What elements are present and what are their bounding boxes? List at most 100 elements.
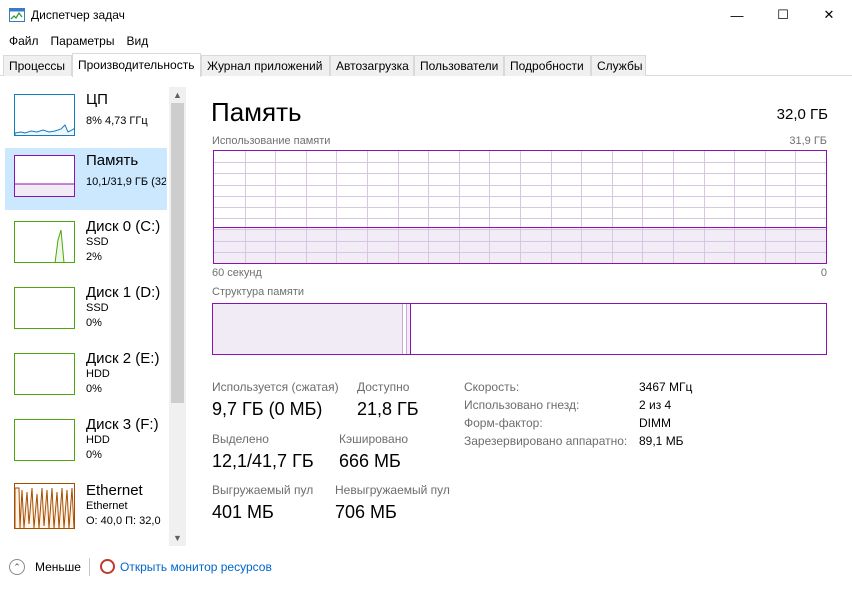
sidebar-item-name: Память (86, 152, 139, 169)
footer-bar: ⌃ Меньше Открыть монитор ресурсов (0, 546, 852, 593)
in-use-segment (213, 304, 402, 354)
fewer-details-button[interactable]: Меньше (35, 560, 81, 574)
close-button[interactable]: ✕ (806, 0, 852, 30)
nonpaged-pool-value: 706 МБ (335, 502, 397, 522)
sidebar-item-name: Диск 0 (C:) (86, 218, 161, 235)
sidebar-item-detail: 2% (86, 251, 102, 263)
scroll-thumb[interactable] (171, 103, 184, 403)
sidebar-item-name: Диск 2 (E:) (86, 350, 160, 367)
title-bar: Диспетчер задач — ☐ ✕ (0, 0, 852, 30)
sidebar-item-name: Диск 3 (F:) (86, 416, 159, 433)
memory-mini-graph (15, 183, 74, 196)
page-title: Память (211, 97, 302, 127)
sidebar-item-cpu[interactable]: ЦП 8% 4,73 ГГц (5, 87, 167, 149)
memory-thumbnail (14, 155, 75, 197)
memory-total: 32,0 ГБ (776, 106, 828, 123)
sidebar-item-type: HDD (86, 368, 110, 380)
usage-graph-max: 31,9 ГБ (789, 135, 827, 147)
scroll-down-arrow-icon[interactable]: ▼ (169, 530, 186, 546)
available-value: 21,8 ГБ (357, 399, 419, 419)
ethernet-thumbnail (14, 483, 75, 529)
form-factor-label: Форм-фактор: (464, 416, 543, 430)
usage-graph-label: Использование памяти (212, 135, 331, 147)
sidebar-item-type: SSD (86, 302, 109, 314)
tab-performance[interactable]: Производительность (72, 53, 201, 77)
sidebar-item-detail: О: 40,0 П: 32,0 (86, 515, 161, 527)
sidebar-item-type: Ethernet (86, 500, 128, 512)
time-axis-end: 0 (820, 267, 827, 279)
slots-value: 2 из 4 (639, 398, 672, 412)
sidebar-item-ethernet[interactable]: Ethernet Ethernet О: 40,0 П: 32,0 (5, 478, 167, 540)
menu-file[interactable]: Файл (3, 34, 45, 48)
sidebar-item-disk3[interactable]: Диск 3 (F:) HDD 0% (5, 412, 167, 474)
tab-strip: Процессы Производительность Журнал прило… (0, 53, 852, 77)
hw-reserved-value: 89,1 МБ (639, 434, 684, 448)
disk0-mini-graph (54, 229, 65, 262)
tab-app-history[interactable]: Журнал приложений (201, 55, 330, 76)
sidebar-scrollbar[interactable]: ▲ ▼ (169, 87, 186, 546)
sidebar-item-detail: 0% (86, 317, 102, 329)
maximize-button[interactable]: ☐ (760, 0, 806, 30)
paged-pool-label: Выгружаемый пул (212, 483, 314, 497)
paged-pool-value: 401 МБ (212, 502, 274, 522)
memory-usage-graph (213, 150, 827, 264)
menu-view[interactable]: Вид (120, 34, 154, 48)
disk0-thumbnail (14, 221, 75, 263)
speed-value: 3467 МГц (639, 380, 693, 394)
disk1-thumbnail (14, 287, 75, 329)
menu-bar: Файл Параметры Вид (0, 30, 852, 52)
committed-label: Выделено (212, 432, 269, 446)
sidebar-item-type: HDD (86, 434, 110, 446)
modified-segment (402, 304, 403, 354)
memory-usage-plot (214, 151, 826, 263)
slots-label: Использовано гнезд: (464, 398, 580, 412)
tab-users[interactable]: Пользователи (414, 55, 504, 76)
nonpaged-pool-label: Невыгружаемый пул (335, 483, 450, 497)
scroll-up-arrow-icon[interactable]: ▲ (169, 87, 186, 103)
sidebar-item-name: Диск 1 (D:) (86, 284, 161, 301)
cpu-mini-graph (15, 124, 74, 135)
in-use-value: 9,7 ГБ (0 МБ) (212, 399, 323, 419)
tab-processes[interactable]: Процессы (3, 55, 72, 76)
ethernet-mini-graph (15, 487, 74, 528)
hw-reserved-label: Зарезервировано аппаратно: (464, 434, 628, 448)
tab-startup[interactable]: Автозагрузка (330, 55, 414, 76)
in-use-label: Используется (сжатая) (212, 380, 339, 394)
cached-value: 666 МБ (339, 451, 401, 471)
resource-sidebar: ЦП 8% 4,73 ГГц Память 10,1/31,9 ГБ (32%)… (0, 77, 186, 546)
sidebar-item-detail: 8% 4,73 ГГц (86, 115, 148, 127)
memory-composition-bar (212, 303, 827, 355)
chevron-up-icon[interactable]: ⌃ (9, 559, 25, 575)
standby-segment (406, 304, 411, 354)
cpu-thumbnail (14, 94, 75, 136)
speed-label: Скорость: (464, 380, 520, 394)
committed-value: 12,1/41,7 ГБ (212, 451, 314, 471)
tab-details[interactable]: Подробности (504, 55, 591, 76)
sidebar-item-detail: 0% (86, 449, 102, 461)
sidebar-item-name: Ethernet (86, 482, 143, 499)
sidebar-item-name: ЦП (86, 91, 108, 108)
sidebar-item-disk2[interactable]: Диск 2 (E:) HDD 0% (5, 346, 167, 408)
disk2-thumbnail (14, 353, 75, 395)
sidebar-item-memory[interactable]: Память 10,1/31,9 ГБ (32%) (5, 148, 167, 210)
resource-monitor-icon (100, 559, 115, 574)
tab-services[interactable]: Службы (591, 55, 646, 76)
time-axis-start: 60 секунд (212, 267, 262, 279)
window-title: Диспетчер задач (31, 8, 125, 22)
open-resource-monitor-link[interactable]: Открыть монитор ресурсов (120, 560, 272, 574)
available-label: Доступно (357, 380, 410, 394)
sidebar-item-detail: 10,1/31,9 ГБ (32%) (86, 176, 166, 188)
sidebar-item-detail: 0% (86, 383, 102, 395)
footer-divider (89, 558, 90, 576)
menu-options[interactable]: Параметры (45, 34, 121, 48)
sidebar-item-disk0[interactable]: Диск 0 (C:) SSD 2% (5, 214, 167, 276)
memory-panel: Память 32,0 ГБ Использование памяти 31,9… (186, 77, 852, 546)
cached-label: Кэшировано (339, 432, 409, 446)
disk3-thumbnail (14, 419, 75, 461)
sidebar-item-disk1[interactable]: Диск 1 (D:) SSD 0% (5, 280, 167, 342)
form-factor-value: DIMM (639, 416, 671, 430)
structure-label: Структура памяти (212, 286, 305, 298)
task-manager-icon (9, 8, 25, 22)
sidebar-item-type: SSD (86, 236, 109, 248)
minimize-button[interactable]: — (714, 0, 760, 30)
